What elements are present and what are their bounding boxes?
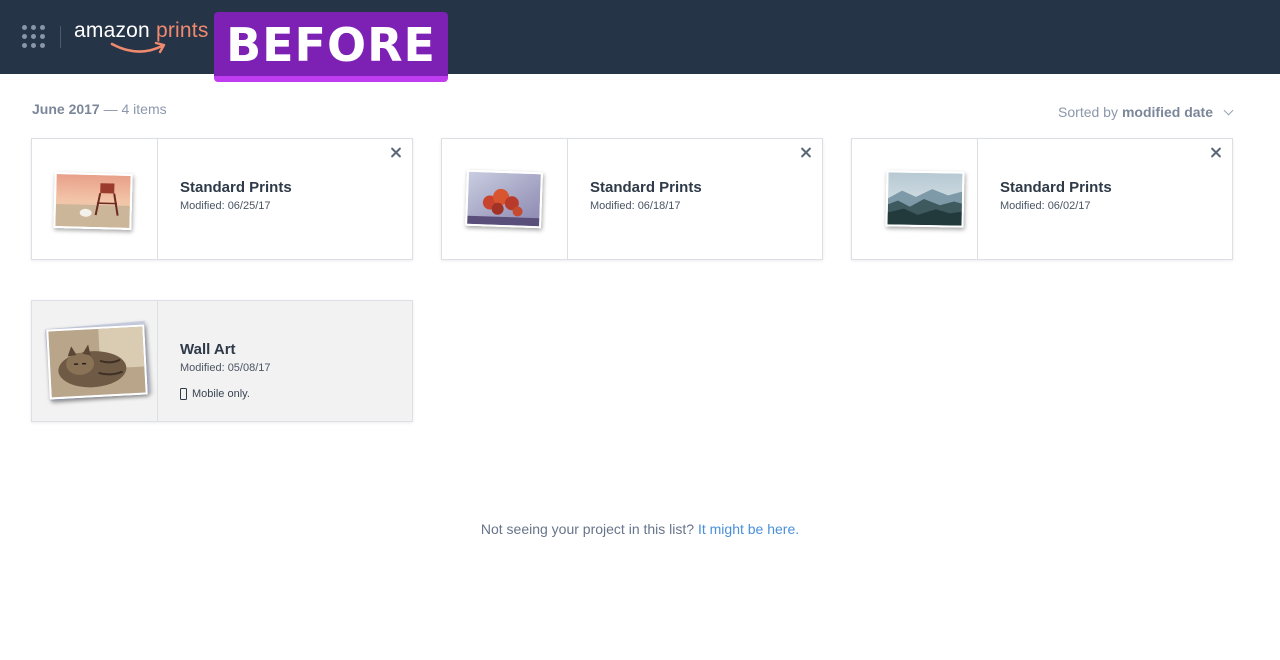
delete-project-icon[interactable]: [1208, 145, 1224, 161]
sort-prefix: Sorted by: [1058, 104, 1118, 120]
phone-icon: [180, 388, 187, 400]
project-info: Standard Prints Modified: 06/02/17: [1000, 179, 1112, 212]
sort-dropdown[interactable]: Sorted by modified date: [1058, 104, 1234, 120]
project-modified-date: Modified: 06/02/17: [1000, 200, 1091, 212]
logo-prints-text: prints: [155, 19, 209, 42]
group-date: June 2017: [32, 101, 100, 117]
project-thumbnail: [852, 139, 978, 259]
group-item-count: — 4 items: [103, 101, 167, 117]
logo-amazon-text: amazon: [74, 19, 150, 42]
mobile-only-label: Mobile only.: [192, 388, 250, 400]
missing-project-link[interactable]: It might be here.: [698, 521, 799, 537]
project-thumbnail: [32, 301, 158, 421]
delete-project-icon[interactable]: [798, 145, 814, 161]
project-modified-date: Modified: 05/08/17: [180, 362, 271, 374]
project-card[interactable]: Standard Prints Modified: 06/18/17: [441, 138, 823, 260]
apps-grid-icon[interactable]: [22, 25, 48, 51]
project-thumbnail: [32, 139, 158, 259]
chevron-down-icon: [1223, 105, 1234, 115]
red-flowers-photo-icon: [465, 169, 543, 229]
group-header: June 2017 — 4 items: [32, 101, 167, 117]
sleeping-cat-photo-icon: [46, 324, 148, 400]
before-badge: BEFORE: [214, 12, 448, 82]
header-divider: [60, 26, 61, 48]
project-info: Standard Prints Modified: 06/25/17: [180, 179, 292, 212]
project-title: Standard Prints: [180, 179, 292, 196]
project-card[interactable]: Standard Prints Modified: 06/25/17: [31, 138, 413, 260]
misty-mountains-photo-icon: [885, 170, 965, 228]
amazon-prints-logo[interactable]: amazon prints: [74, 18, 209, 60]
project-modified-date: Modified: 06/18/17: [590, 200, 681, 212]
delete-project-icon[interactable]: [388, 145, 404, 161]
mobile-only-note: Mobile only.: [180, 388, 271, 400]
missing-project-note: Not seeing your project in this list? It…: [0, 521, 1280, 537]
project-info: Standard Prints Modified: 06/18/17: [590, 179, 702, 212]
project-title: Wall Art: [180, 341, 236, 358]
project-thumbnail: [442, 139, 568, 259]
sort-value: modified date: [1121, 104, 1213, 120]
project-title: Standard Prints: [590, 179, 702, 196]
project-modified-date: Modified: 06/25/17: [180, 200, 271, 212]
top-navigation-bar: amazon prints BEFORE: [0, 0, 1280, 82]
amazon-smile-icon: [110, 41, 166, 54]
project-info: Wall Art Modified: 05/08/17 Mobile only.: [180, 341, 271, 400]
project-card[interactable]: Standard Prints Modified: 06/02/17: [851, 138, 1233, 260]
missing-project-text: Not seeing your project in this list?: [480, 521, 695, 537]
project-title: Standard Prints: [1000, 179, 1112, 196]
beach-lifeguard-photo-icon: [53, 171, 133, 231]
project-card[interactable]: Wall Art Modified: 05/08/17 Mobile only.: [31, 300, 413, 422]
